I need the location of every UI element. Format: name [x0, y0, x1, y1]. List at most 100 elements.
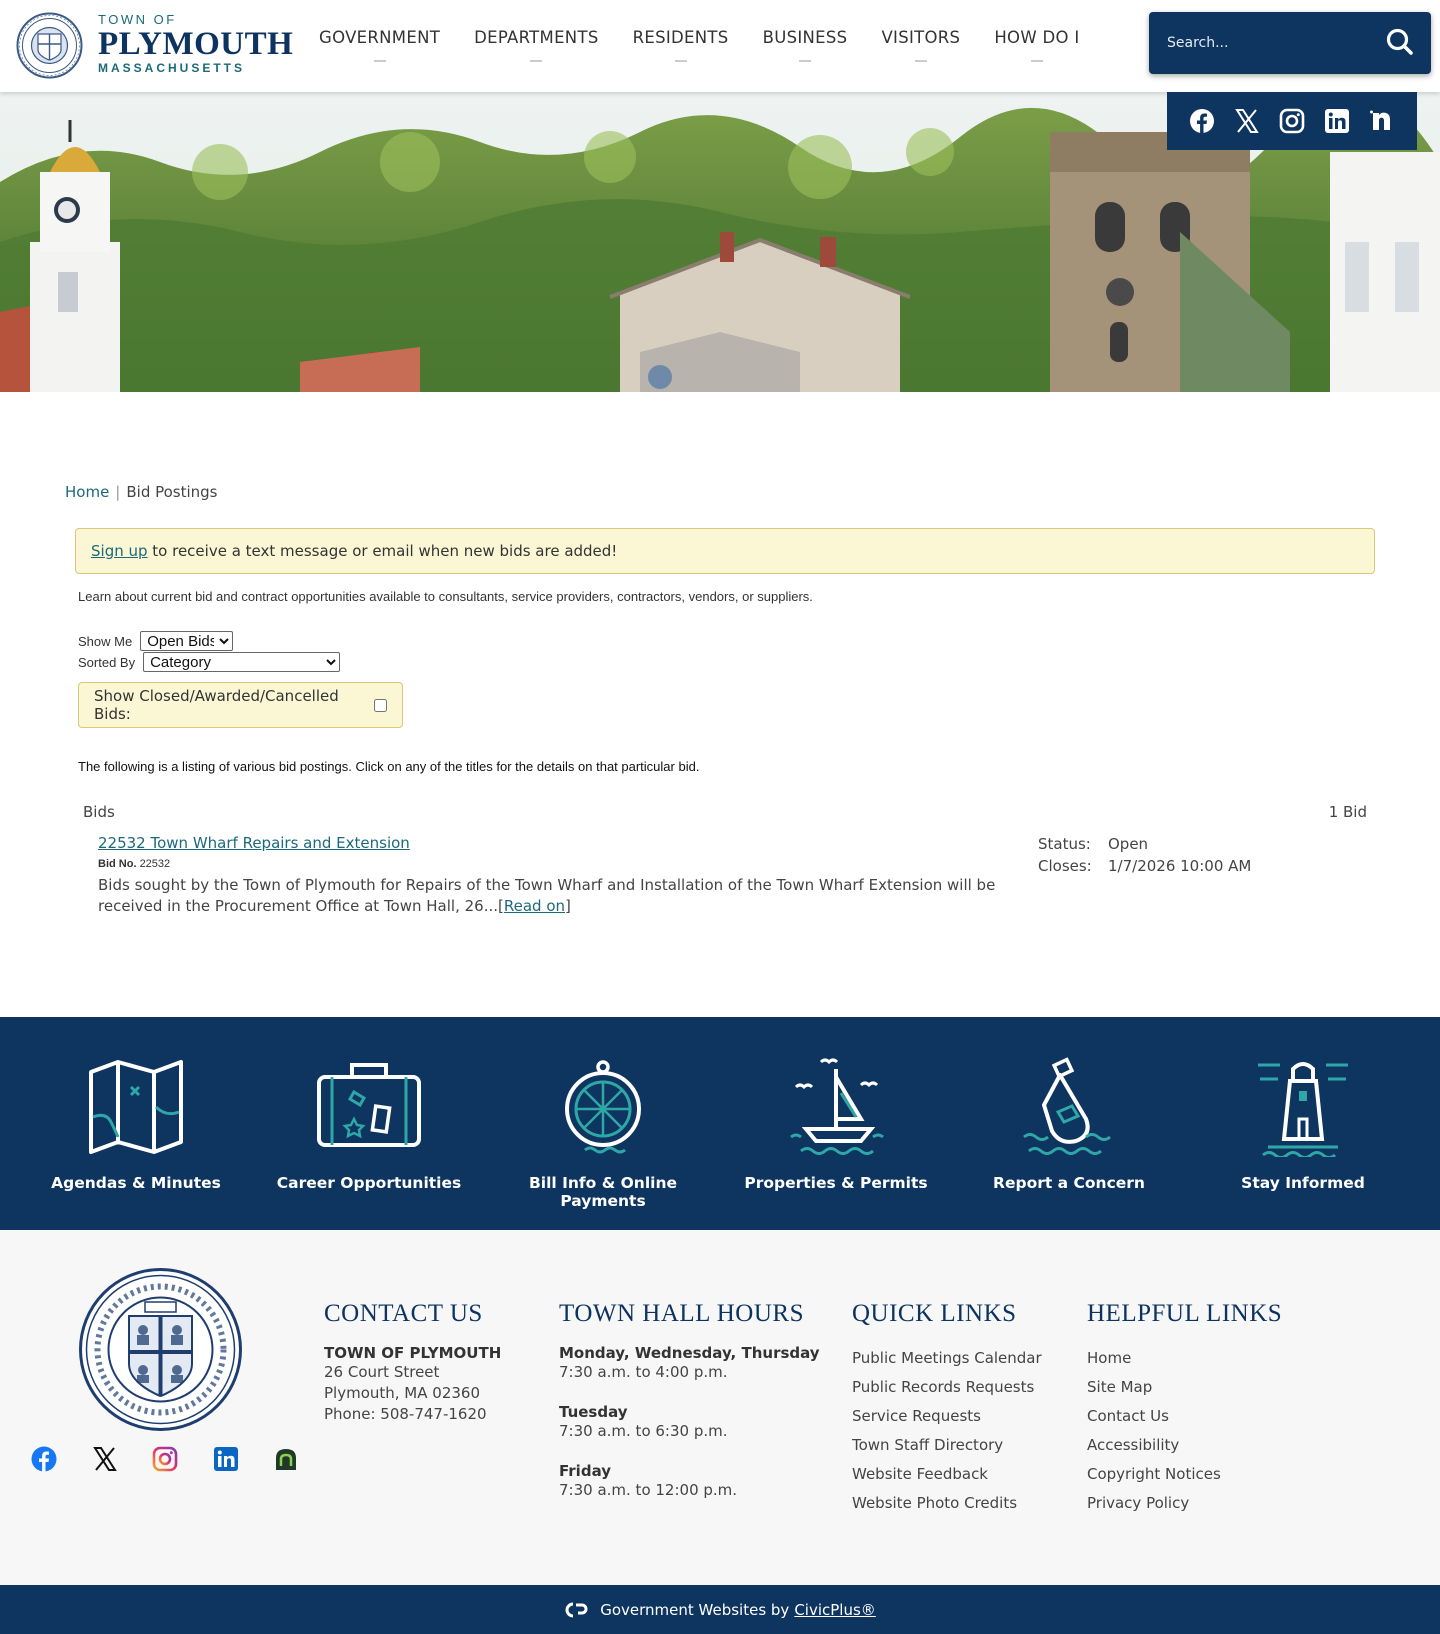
search-icon [1386, 28, 1413, 55]
show-me-select[interactable]: Open Bids [140, 631, 234, 651]
nav-indicator [914, 60, 927, 62]
helpful-link-privacy-policy[interactable]: Privacy Policy [1087, 1489, 1282, 1518]
bids-header: Bids 1 Bid [83, 803, 1367, 821]
nav-label: HOW DO I [994, 28, 1080, 47]
helpful-link-accessibility[interactable]: Accessibility [1087, 1431, 1282, 1460]
nextdoor-icon [1370, 110, 1391, 130]
helpful-links-heading: HELPFUL LINKS [1087, 1300, 1283, 1327]
footer-nextdoor-link[interactable] [272, 1445, 300, 1473]
contact-city: Plymouth, MA 02360 [324, 1384, 480, 1402]
bid-number-value: 22532 [139, 858, 171, 870]
facebook-link[interactable] [1188, 107, 1216, 135]
search-button[interactable] [1383, 26, 1417, 60]
read-on-link[interactable]: Read on [504, 897, 565, 915]
footer-x-link[interactable] [91, 1445, 119, 1473]
quick-link-town-staff-directory[interactable]: Town Staff Directory [852, 1431, 1042, 1460]
quick-link-website-feedback[interactable]: Website Feedback [852, 1460, 1042, 1489]
search-input[interactable] [1149, 12, 1379, 74]
tile-label: Properties & Permits [744, 1174, 928, 1192]
nav-indicator [373, 60, 386, 62]
intro-text: Learn about current bid and contract opp… [78, 589, 813, 604]
helpful-link-home[interactable]: Home [1087, 1344, 1282, 1373]
instagram-icon [152, 1446, 178, 1472]
town-seal-icon [79, 1268, 242, 1431]
tile-label: Bill Info & Online Payments [528, 1174, 678, 1210]
nav-residents[interactable]: RESIDENTS [616, 0, 746, 92]
nav-business[interactable]: BUSINESS [746, 0, 865, 92]
hours-heading: TOWN HALL HOURS [559, 1300, 804, 1327]
site-header: TOWN OF PLYMOUTH MASSACHUSETTS GOVERNMEN… [0, 0, 1440, 92]
footer-contact-us: CONTACT US TOWN OF PLYMOUTH 26 Court Str… [324, 1300, 501, 1425]
footer-helpful-links: HELPFUL LINKS Home Site Map Contact Us A… [1087, 1300, 1282, 1518]
hours-spacer [559, 1442, 820, 1462]
quick-link-public-records-requests[interactable]: Public Records Requests [852, 1373, 1042, 1402]
sorted-by-label: Sorted By [78, 654, 136, 670]
x-link[interactable] [1233, 107, 1261, 135]
tile-label: Agendas & Minutes [51, 1174, 221, 1192]
contact-street: 26 Court Street [324, 1363, 440, 1381]
closed-bids-checkbox[interactable] [374, 698, 387, 712]
bid-title-link[interactable]: 22532 Town Wharf Repairs and Extension [98, 834, 410, 852]
main-nav: GOVERNMENT DEPARTMENTS RESIDENTS BUSINES… [302, 0, 1097, 92]
tile-bill-info-payments[interactable]: Bill Info & Online Payments [493, 1017, 713, 1230]
helpful-link-contact-us[interactable]: Contact Us [1087, 1402, 1282, 1431]
bids-count: 1 Bid [1328, 803, 1367, 821]
lighthouse-icon [1258, 1062, 1348, 1157]
sorted-by-select[interactable]: Category [143, 652, 341, 672]
tile-properties-permits[interactable]: Properties & Permits [726, 1017, 946, 1230]
helpful-link-copyright-notices[interactable]: Copyright Notices [1087, 1460, 1282, 1489]
footer-instagram-link[interactable] [151, 1445, 179, 1473]
facebook-icon [31, 1446, 57, 1472]
helpful-link-site-map[interactable]: Site Map [1087, 1373, 1282, 1402]
site-footer: CONTACT US TOWN OF PLYMOUTH 26 Court Str… [0, 1230, 1440, 1585]
header-social-bar [1167, 92, 1417, 150]
town-seal-icon [16, 12, 83, 79]
nextdoor-link[interactable] [1368, 107, 1396, 135]
footer-linkedin-link[interactable] [212, 1445, 240, 1473]
hours-spacer [559, 1383, 820, 1403]
contact-phone: Phone: 508-747-1620 [324, 1405, 487, 1423]
suitcase-icon [317, 1063, 421, 1147]
message-bottle-icon [1023, 1057, 1111, 1155]
civicplus-link[interactable]: CivicPlus® [794, 1601, 875, 1619]
tile-label: Career Opportunities [276, 1174, 462, 1192]
nav-how-do-i[interactable]: HOW DO I [977, 0, 1096, 92]
footer-social-links [30, 1445, 300, 1473]
tile-agendas-minutes[interactable]: Agendas & Minutes [26, 1017, 246, 1230]
quick-link-website-photo-credits[interactable]: Website Photo Credits [852, 1489, 1042, 1518]
nav-indicator [1030, 60, 1043, 62]
vendor-bar: Government Websites by CivicPlus® [0, 1585, 1440, 1634]
town-logo[interactable]: TOWN OF PLYMOUTH MASSACHUSETTS [16, 10, 293, 80]
footer-facebook-link[interactable] [30, 1445, 58, 1473]
linkedin-link[interactable] [1323, 107, 1351, 135]
nav-departments[interactable]: DEPARTMENTS [457, 0, 616, 92]
nav-label: DEPARTMENTS [474, 28, 599, 47]
nav-government[interactable]: GOVERNMENT [302, 0, 457, 92]
hours-time: 7:30 a.m. to 12:00 p.m. [559, 1481, 738, 1499]
hours-days: Friday [559, 1462, 612, 1480]
show-me-row: Show Me Open Bids [78, 631, 234, 651]
tile-stay-informed[interactable]: Stay Informed [1193, 1017, 1413, 1230]
linkedin-icon [1325, 109, 1350, 133]
signup-notice-text: to receive a text message or email when … [147, 542, 618, 560]
hours-days: Monday, Wednesday, Thursday [559, 1344, 820, 1362]
breadcrumb: Home | Bid Postings [65, 483, 218, 501]
nav-indicator [674, 60, 687, 62]
nav-visitors[interactable]: VISITORS [864, 0, 977, 92]
sorted-by-row: Sorted By Category [78, 652, 341, 672]
tile-label: Report a Concern [993, 1174, 1145, 1192]
tile-report-concern[interactable]: Report a Concern [959, 1017, 1179, 1230]
instagram-link[interactable] [1278, 107, 1306, 135]
hours-time: 7:30 a.m. to 4:00 p.m. [559, 1363, 728, 1381]
tile-career-opportunities[interactable]: Career Opportunities [259, 1017, 479, 1230]
quick-link-service-requests[interactable]: Service Requests [852, 1402, 1042, 1431]
breadcrumb-home-link[interactable]: Home [65, 483, 109, 501]
sign-up-link[interactable]: Sign up [91, 542, 148, 560]
bid-status-label: Status: [1038, 835, 1091, 853]
listing-note: The following is a listing of various bi… [78, 759, 700, 774]
quick-link-public-meetings-calendar[interactable]: Public Meetings Calendar [852, 1344, 1042, 1373]
sailboat-icon [790, 1058, 884, 1155]
logo-state: MASSACHUSETTS [98, 61, 246, 75]
nav-indicator [799, 60, 811, 62]
x-icon [92, 1447, 117, 1471]
